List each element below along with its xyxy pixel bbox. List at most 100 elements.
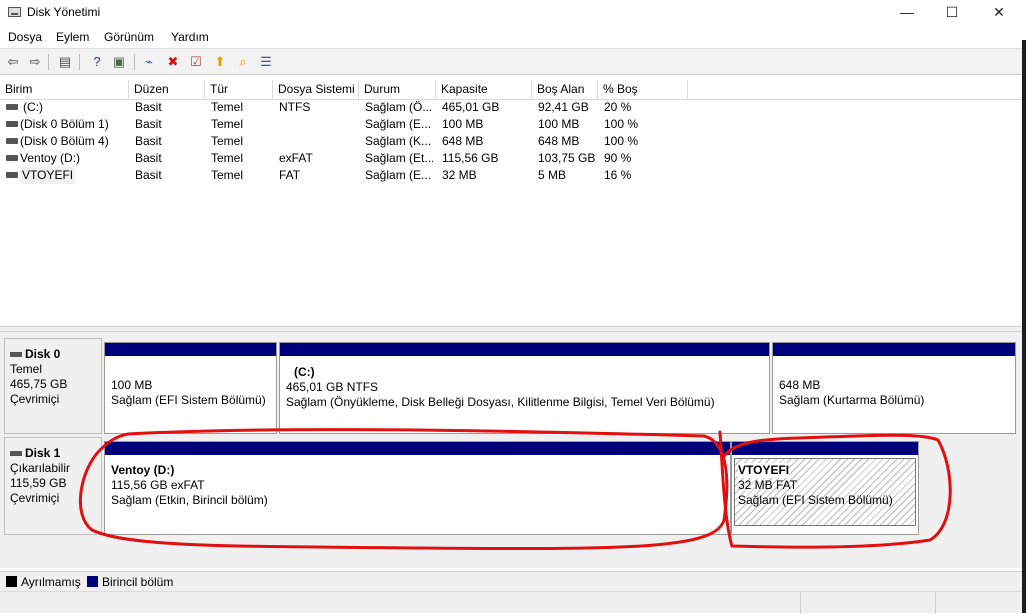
- check-icon[interactable]: ☑: [187, 53, 205, 71]
- legend-label-primary: Birincil bölüm: [102, 575, 174, 589]
- table-row[interactable]: VTOYEFI Basit Temel FAT Sağlam (E... 32 …: [0, 167, 1022, 184]
- cell-tur: Temel: [211, 168, 244, 182]
- disk-1-label[interactable]: Disk 1 Çıkarılabilir 115,59 GB Çevrimiçi: [4, 437, 102, 535]
- column-header-bos-alan[interactable]: Boş Alan: [532, 80, 598, 99]
- table-row[interactable]: (Disk 0 Bölüm 1) Basit Temel Sağlam (E..…: [0, 116, 1022, 133]
- cell-kapasite: 648 MB: [442, 134, 484, 148]
- partition-size: 100 MB: [111, 378, 153, 392]
- title-bar: Disk Yönetimi — ☐ ✕: [0, 0, 1026, 26]
- toolbar-separator: [48, 54, 49, 70]
- cell-yuzde-bos: 20 %: [604, 100, 632, 114]
- column-header-tur[interactable]: Tür: [205, 80, 273, 99]
- properties-icon[interactable]: ▣: [110, 53, 128, 71]
- partition-info: 100 MB Sağlam (EFI Sistem Bölümü): [111, 378, 266, 408]
- partition-info: 648 MB Sağlam (Kurtarma Bölümü): [779, 378, 924, 408]
- column-header-kapasite[interactable]: Kapasite: [436, 80, 532, 99]
- disk-1-type: Çıkarılabilir: [10, 461, 71, 475]
- cell-kapasite: 100 MB: [442, 117, 484, 131]
- partition-status: Sağlam (Önyükleme, Disk Belleği Dosyası,…: [286, 395, 715, 409]
- forward-icon[interactable]: ⇨: [26, 53, 44, 71]
- delete-icon[interactable]: ✖: [164, 53, 182, 71]
- partition-title: VTOYEFI: [738, 463, 790, 478]
- column-header-duzen[interactable]: Düzen: [129, 80, 205, 99]
- disk-graph-view: Disk 0 Temel 465,75 GB Çevrimiçi 100 MB …: [0, 332, 1022, 568]
- console-tree-icon[interactable]: ▤: [56, 53, 74, 71]
- cell-duzen: Basit: [135, 168, 162, 182]
- disk-0-size: 465,75 GB: [10, 377, 68, 391]
- disk-0-label[interactable]: Disk 0 Temel 465,75 GB Çevrimiçi: [4, 338, 102, 434]
- column-header-birim[interactable]: Birim: [0, 80, 129, 99]
- disk-0-type: Temel: [10, 362, 43, 376]
- table-row[interactable]: (C:) Basit Temel NTFS Sağlam (Ö... 465,0…: [0, 99, 1022, 116]
- cell-durum: Sağlam (Et...: [365, 151, 433, 165]
- cell-tur: Temel: [211, 151, 244, 165]
- volume-list: Birim Düzen Tür Dosya Sistemi Durum Kapa…: [0, 80, 1022, 326]
- maximize-button[interactable]: ☐: [929, 0, 975, 26]
- disk-0-name: Disk 0: [10, 347, 101, 362]
- cell-durum: Sağlam (Ö...: [365, 100, 433, 114]
- cell-durum: Sağlam (E...: [365, 168, 432, 182]
- cell-bos-alan: 103,75 GB: [538, 151, 596, 165]
- list-header: Birim Düzen Tür Dosya Sistemi Durum Kapa…: [0, 80, 1022, 100]
- cell-bos-alan: 5 MB: [538, 168, 567, 182]
- table-row[interactable]: (Disk 0 Bölüm 4) Basit Temel Sağlam (K..…: [0, 133, 1022, 150]
- partition-title: (C:): [294, 365, 315, 379]
- disk-icon: [10, 352, 22, 358]
- connect-drive-icon[interactable]: ⌁: [140, 53, 158, 71]
- cell-birim: Ventoy (D:): [20, 151, 81, 165]
- partition-bar: [105, 343, 276, 356]
- partition-disk0-c[interactable]: (C:) 465,01 GB NTFS Sağlam (Önyükleme, D…: [279, 342, 770, 434]
- cell-bos-alan: 100 MB: [538, 117, 580, 131]
- cell-kapasite: 465,01 GB: [442, 100, 500, 114]
- column-header-durum[interactable]: Durum: [359, 80, 436, 99]
- cell-yuzde-bos: 100 %: [604, 134, 639, 148]
- status-bar: [0, 591, 1026, 614]
- volume-icon: [6, 172, 18, 178]
- status-segment: [935, 592, 936, 614]
- column-header-dosya-sistemi[interactable]: Dosya Sistemi: [273, 80, 359, 99]
- column-header-yuzde-bos[interactable]: % Boş: [598, 80, 688, 99]
- window-title: Disk Yönetimi: [27, 5, 101, 19]
- partition-disk1-vtoyefi[interactable]: VTOYEFI 32 MB FAT Sağlam (EFI Sistem Böl…: [731, 441, 919, 535]
- toolbar-separator: [134, 54, 135, 70]
- partition-disk0-recovery[interactable]: 648 MB Sağlam (Kurtarma Bölümü): [772, 342, 1016, 434]
- table-row[interactable]: Ventoy (D:) Basit Temel exFAT Sağlam (Et…: [0, 150, 1022, 167]
- cell-duzen: Basit: [135, 151, 162, 165]
- menu-bar: Dosya Eylem Görünüm Yardım: [0, 26, 1026, 48]
- cell-duzen: Basit: [135, 117, 162, 131]
- menu-eylem[interactable]: Eylem: [56, 30, 89, 44]
- cell-tur: Temel: [211, 117, 244, 131]
- cell-dosya-sistemi: FAT: [279, 168, 301, 182]
- minimize-button[interactable]: —: [884, 0, 930, 26]
- partition-bar: [773, 343, 1015, 356]
- cell-tur: Temel: [211, 134, 244, 148]
- partition-disk1-ventoy[interactable]: Ventoy (D:) 115,56 GB exFAT Sağlam (Etki…: [104, 441, 731, 535]
- volume-icon: [6, 155, 18, 161]
- cell-durum: Sağlam (K...: [365, 134, 432, 148]
- search-folder-icon[interactable]: ⌕: [234, 53, 252, 71]
- cell-kapasite: 115,56 GB: [442, 151, 499, 165]
- menu-dosya[interactable]: Dosya: [8, 30, 42, 44]
- partition-info: (C:) 465,01 GB NTFS Sağlam (Önyükleme, D…: [286, 365, 715, 410]
- legend-swatch-unallocated: [6, 576, 17, 587]
- toolbar: ⇦ ⇨ ▤? ▣ ⌁ ✖ ☑ ⬆ ⌕ ☰: [0, 48, 1026, 75]
- import-icon[interactable]: ⬆: [211, 53, 229, 71]
- cell-duzen: Basit: [135, 134, 162, 148]
- toolbar-separator: [79, 54, 80, 70]
- close-button[interactable]: ✕: [976, 0, 1022, 26]
- menu-yardim[interactable]: Yardım: [171, 30, 209, 44]
- partition-disk0-efi[interactable]: 100 MB Sağlam (EFI Sistem Bölümü): [104, 342, 277, 434]
- list-view-icon[interactable]: ☰: [257, 53, 275, 71]
- partition-size: 648 MB: [779, 378, 821, 392]
- status-segment: [800, 592, 801, 614]
- cell-duzen: Basit: [135, 100, 162, 114]
- cell-bos-alan: 92,41 GB: [538, 100, 589, 114]
- help-icon[interactable]: ?: [88, 53, 106, 71]
- menu-gorunum[interactable]: Görünüm: [104, 30, 154, 44]
- volume-icon: [6, 121, 18, 127]
- cell-bos-alan: 648 MB: [538, 134, 580, 148]
- cell-birim: (Disk 0 Bölüm 1): [20, 117, 109, 131]
- disk-1-name-text: Disk 1: [25, 446, 61, 460]
- partition-size: 32 MB FAT: [738, 478, 798, 492]
- back-icon[interactable]: ⇦: [4, 53, 22, 71]
